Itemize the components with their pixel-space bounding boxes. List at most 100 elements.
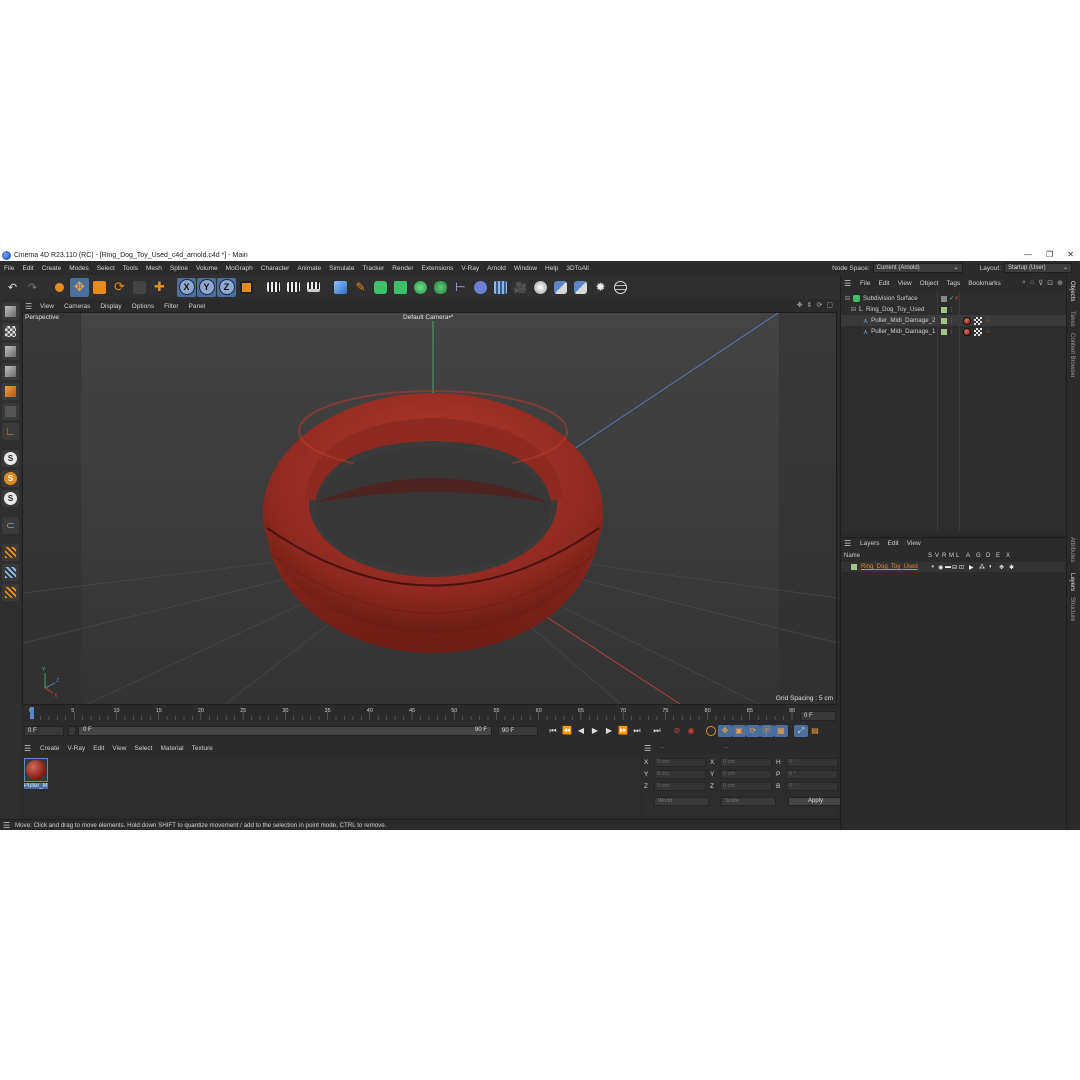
layers-menu-layers[interactable]: Layers xyxy=(856,540,884,547)
solo-button[interactable] xyxy=(2,584,19,601)
viewport-menu-panel[interactable]: Panel xyxy=(184,303,211,310)
transform-tool-button[interactable]: ✚ xyxy=(150,278,169,297)
xref-icon[interactable]: ✱ xyxy=(1009,564,1019,571)
hamburger-icon[interactable]: ☰ xyxy=(844,279,856,288)
x-axis-button[interactable]: X xyxy=(177,277,196,297)
arnold-render-button[interactable]: ✹ xyxy=(591,278,610,297)
render-picture-viewer-button[interactable] xyxy=(284,278,303,297)
rot-h-field[interactable]: 0 ° xyxy=(786,758,838,767)
uvw-tag-icon[interactable] xyxy=(974,316,982,325)
objects-menu-object[interactable]: Object xyxy=(916,280,943,287)
menu-spline[interactable]: Spline xyxy=(166,265,192,272)
go-to-end-button[interactable]: ⏭ xyxy=(630,725,644,737)
keyframe-selection-button[interactable] xyxy=(704,725,718,737)
camera-name-label[interactable]: Default Camera•* xyxy=(403,314,453,321)
floor-button[interactable] xyxy=(491,278,510,297)
y-axis-button[interactable]: Y xyxy=(197,277,216,297)
rotate-tool-button[interactable]: ⟳ xyxy=(110,278,129,297)
manager-icon[interactable]: ⊟ xyxy=(952,564,959,571)
menu-arnold[interactable]: Arnold xyxy=(483,265,510,272)
material-menu-select[interactable]: Select xyxy=(130,745,156,752)
collapse-icon[interactable]: ⊟ xyxy=(845,295,850,302)
key-position-button[interactable]: ✥ xyxy=(718,724,732,737)
cube-object-button[interactable] xyxy=(331,278,350,297)
home-icon[interactable]: ⌂ xyxy=(1030,279,1034,287)
start-frame-arrow[interactable] xyxy=(68,725,76,736)
menu-mesh[interactable]: Mesh xyxy=(142,265,166,272)
minimize-button[interactable]: — xyxy=(1024,249,1032,261)
filter-icon[interactable]: ⊽ xyxy=(1038,279,1043,287)
menu-window[interactable]: Window xyxy=(510,265,541,272)
search-icon[interactable]: ⌕ xyxy=(1022,279,1026,287)
menu-simulate[interactable]: Simulate xyxy=(325,265,358,272)
camera-button[interactable]: 🎥 xyxy=(511,278,530,297)
layer-name[interactable]: Ring_Dog_Toy_Used xyxy=(861,564,931,570)
layer-row[interactable]: Ring_Dog_Toy_Used ● ◉ ▬ ⊟ ⊡ ▶ ⁂ ◐ ✥ ✱ xyxy=(841,562,1067,572)
live-selection-button[interactable] xyxy=(50,278,69,297)
coord-system-dropdown[interactable]: World xyxy=(654,797,709,806)
visibility-dots-icon[interactable]: ⋮ xyxy=(949,318,954,324)
material-menu-texture[interactable]: Texture xyxy=(188,745,217,752)
field-button[interactable] xyxy=(471,278,490,297)
object-row-damage-2[interactable]: ⋏ Puller_Midi_Damage_2 ⋮ ⁘ xyxy=(841,315,1067,326)
go-to-end-alt-button[interactable]: ⏭ xyxy=(650,725,664,737)
python-script-button[interactable] xyxy=(571,278,590,297)
pan-icon[interactable]: ✥ xyxy=(797,301,803,309)
render-icon[interactable]: ▬ xyxy=(945,564,952,570)
hamburger-icon[interactable]: ☰ xyxy=(644,744,656,753)
viewport-menu-cameras[interactable]: Cameras xyxy=(59,303,95,310)
menu-tracker[interactable]: Tracker xyxy=(358,265,388,272)
visibility-dots-icon[interactable]: ⋮ xyxy=(949,307,954,313)
layer-color-tag[interactable] xyxy=(941,317,947,324)
generator-icon[interactable]: ⁂ xyxy=(979,564,989,571)
menu-modes[interactable]: Modes xyxy=(65,265,93,272)
material-menu-create[interactable]: Create xyxy=(36,745,64,752)
material-menu-edit[interactable]: Edit xyxy=(89,745,108,752)
snap-button[interactable]: S xyxy=(2,450,19,467)
playhead-marker[interactable] xyxy=(30,707,34,719)
objects-menu-view[interactable]: View xyxy=(894,280,916,287)
node-space-dropdown[interactable]: Current (Arnold) ⌄ xyxy=(872,263,963,273)
end-frame-field[interactable]: 90 F xyxy=(498,725,538,736)
pos-y-field[interactable]: 0 cm xyxy=(654,770,706,779)
apply-button[interactable]: Apply xyxy=(788,797,843,806)
right-frame-field[interactable]: 0 F xyxy=(800,711,836,721)
timeline-button[interactable]: ▤ xyxy=(808,725,822,737)
layer-color-tag[interactable] xyxy=(941,328,947,335)
quantize-button[interactable]: S xyxy=(2,490,19,507)
redo-button[interactable]: ↷ xyxy=(23,278,42,297)
timeline-ruler[interactable]: 051015202530354045505560657075808590 xyxy=(22,706,837,720)
objects-menu-bookmarks[interactable]: Bookmarks xyxy=(964,280,1005,287)
python-button[interactable] xyxy=(551,278,570,297)
go-to-previous-key-button[interactable]: ⏪ xyxy=(560,725,574,737)
deformer-icon[interactable]: ◐ xyxy=(989,564,999,570)
viewport-menu-filter[interactable]: Filter xyxy=(159,303,183,310)
viewport-menu-view[interactable]: View xyxy=(35,303,59,310)
texture-mode-button[interactable] xyxy=(2,323,19,340)
object-row-subdivision[interactable]: ⊟ Subdivision Surface ✓ ✕ xyxy=(841,293,1067,304)
close-button[interactable]: ✕ xyxy=(1067,249,1074,261)
menu-3dtoall[interactable]: 3DToAll xyxy=(562,265,592,272)
maximize-view-icon[interactable]: ▢ xyxy=(826,301,833,309)
ring-dog-toy-model[interactable] xyxy=(263,390,603,653)
coord-scale-dropdown[interactable]: Scale xyxy=(721,797,776,806)
motion-system-button[interactable]: ⤢ xyxy=(794,724,808,737)
go-to-start-button[interactable]: ⏮ xyxy=(546,725,560,737)
layer-color-tag[interactable] xyxy=(941,306,947,313)
z-axis-button[interactable]: Z xyxy=(217,277,236,297)
next-frame-button[interactable]: ▶ xyxy=(602,725,616,737)
menu-create[interactable]: Create xyxy=(38,265,66,272)
render-settings-button[interactable] xyxy=(304,278,323,297)
auto-keying-button[interactable]: ◉ xyxy=(684,725,698,737)
menu-render[interactable]: Render xyxy=(388,265,417,272)
object-row-ring[interactable]: ⊟ L Ring_Dog_Toy_Used ⋮ xyxy=(841,304,1067,315)
frame-range-slider[interactable]: 0 F 90 F xyxy=(78,725,492,736)
sphere-render-button[interactable] xyxy=(611,278,630,297)
selection-tag-icon[interactable]: ⁘ xyxy=(985,328,991,336)
key-pla-button[interactable]: ▦ xyxy=(774,724,788,737)
material-thumbnail[interactable] xyxy=(24,758,48,782)
layout-dropdown[interactable]: Startup (User) ⌄ xyxy=(1004,263,1072,273)
lock-icon[interactable]: ⊡ xyxy=(959,564,969,571)
key-parameter-button[interactable]: Ⓟ xyxy=(760,724,774,737)
menu-tools[interactable]: Tools xyxy=(119,265,142,272)
